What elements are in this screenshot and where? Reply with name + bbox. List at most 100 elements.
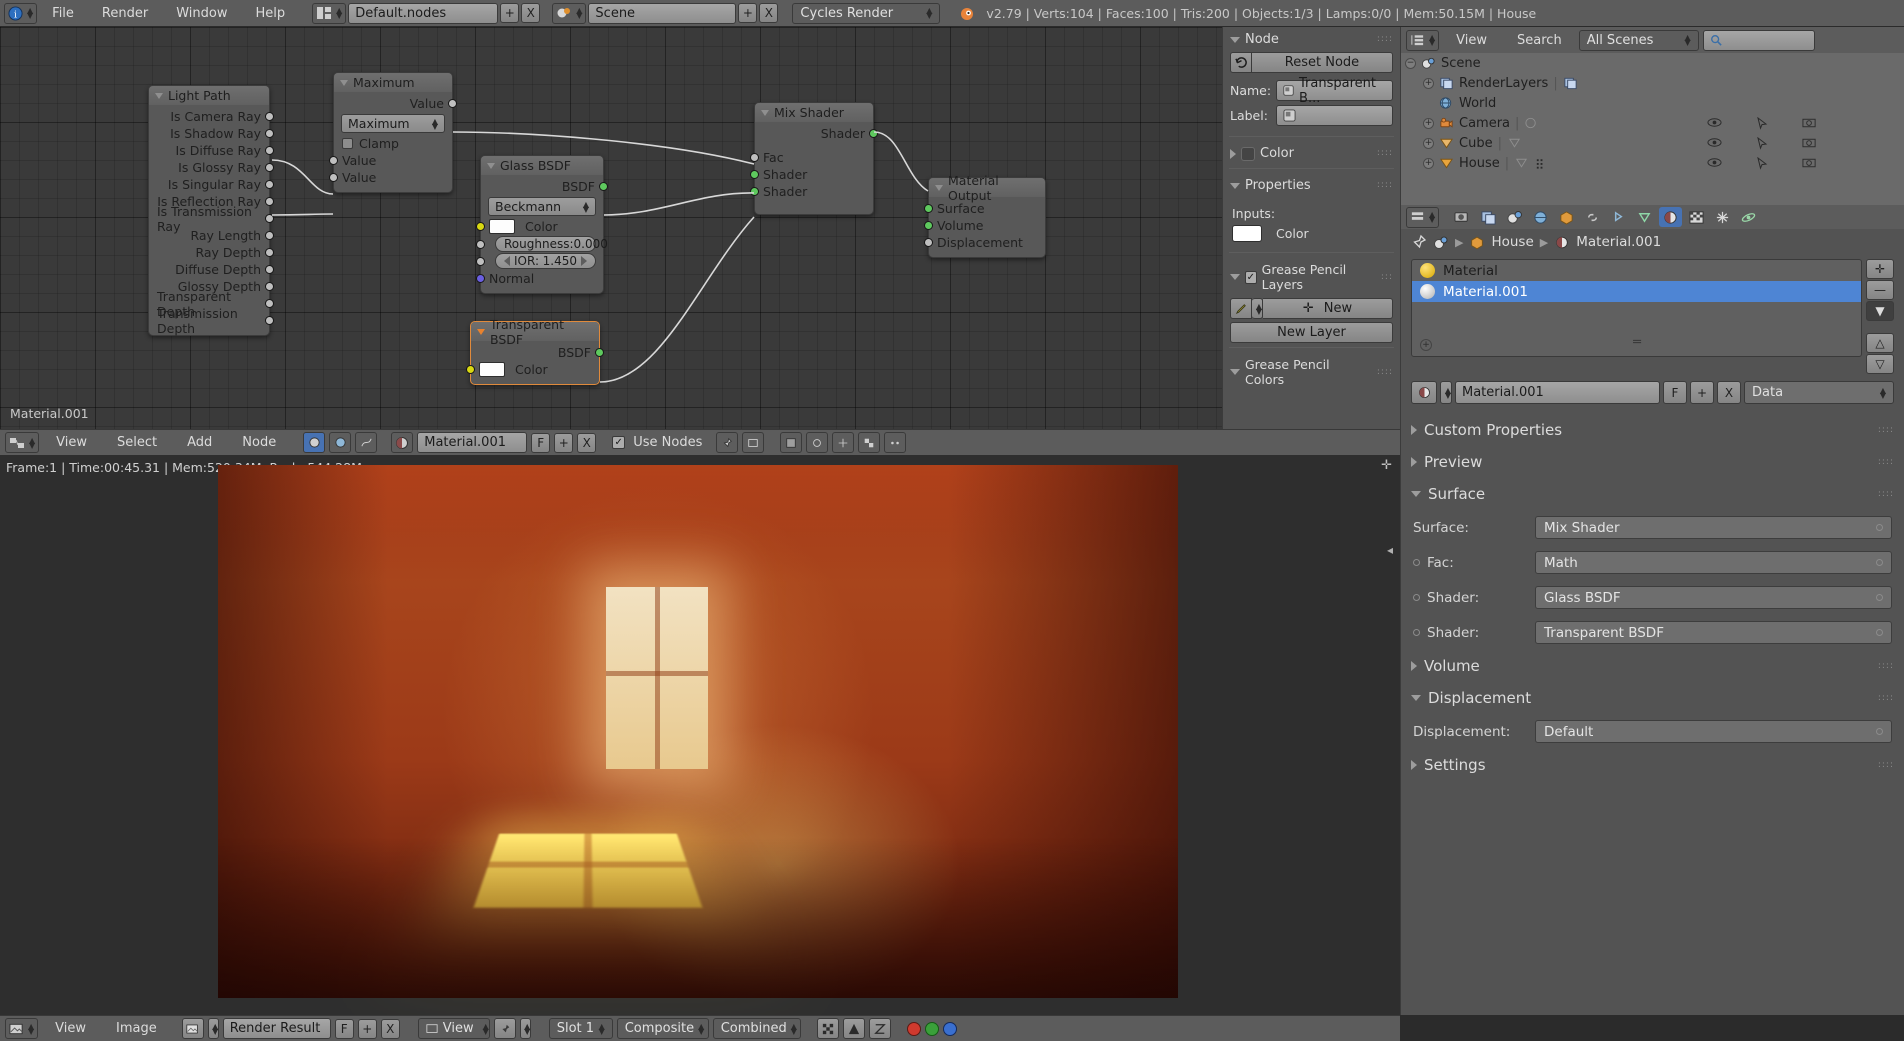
collapse-triangle-icon[interactable] (935, 184, 943, 191)
input-socket-shader-2[interactable] (750, 187, 759, 196)
node-mix-shader[interactable]: Mix Shader Shader Fac Shader Shader (750, 102, 878, 215)
grease-pencil-icon[interactable] (1230, 298, 1252, 319)
zbuffer-icon[interactable] (868, 1018, 891, 1039)
material-browse-icon[interactable] (391, 432, 414, 453)
tab-render-layers[interactable] (1477, 207, 1500, 227)
fake-user-button[interactable]: F (531, 432, 551, 453)
output-socket[interactable] (265, 180, 274, 189)
outliner-row-renderlayers[interactable]: + RenderLayers | (1401, 73, 1904, 93)
panel-preview[interactable]: Preview :::: (1401, 446, 1904, 478)
input-socket-surface[interactable] (924, 204, 933, 213)
view-selector[interactable]: View ▲ ▼ (417, 1018, 490, 1039)
node-input-row[interactable]: Surface (924, 200, 1045, 217)
tab-data[interactable] (1633, 207, 1656, 227)
input-socket-normal[interactable] (476, 274, 485, 283)
shader2-row[interactable]: Shader: Transparent BSDF (1401, 615, 1904, 650)
node-input-row[interactable]: Fac (750, 149, 873, 166)
node-header[interactable]: Light Path (149, 86, 269, 105)
node-output-row[interactable]: Ray Length (149, 227, 274, 244)
tab-material[interactable] (1659, 207, 1683, 227)
fac-value[interactable]: Math (1535, 551, 1892, 574)
image-pin-icon[interactable] (493, 1018, 516, 1039)
image-editor-type-selector[interactable]: ▲ ▼ (5, 1018, 39, 1039)
output-socket-bsdf[interactable] (595, 348, 604, 357)
render-pass-selector[interactable]: Combined ▲ ▼ (712, 1018, 801, 1039)
link-dot-icon[interactable] (1876, 524, 1883, 531)
snap-grid-icon[interactable] (832, 432, 855, 453)
channel-b-icon[interactable] (942, 1021, 957, 1036)
clamp-checkbox-row[interactable]: Clamp (334, 135, 452, 152)
normal-input-row[interactable]: Normal (476, 270, 603, 287)
tab-world[interactable] (1529, 207, 1552, 227)
breadcrumb-material-name[interactable]: Material.001 (1576, 234, 1661, 250)
panel-settings[interactable]: Settings :::: (1401, 749, 1904, 781)
spinner-icon[interactable]: ▲ ▼ (1440, 381, 1452, 404)
output-socket[interactable] (265, 299, 274, 308)
color-input-row[interactable]: Color (466, 361, 599, 378)
fac-row[interactable]: Fac: Math (1401, 545, 1904, 580)
scene-name-field[interactable]: Scene (588, 2, 737, 24)
add-screen-button[interactable]: + (500, 3, 520, 23)
unlink-image-button[interactable]: X (380, 1018, 400, 1039)
node-output-row[interactable]: BSDF (471, 344, 604, 361)
node-output-row[interactable]: Is Shadow Ray (149, 125, 274, 142)
menu-file[interactable]: File (39, 2, 87, 24)
link-dot-icon[interactable] (1876, 594, 1883, 601)
chevron-down-icon[interactable] (1230, 369, 1240, 375)
gp-layers-checkbox[interactable]: ✓ (1245, 270, 1257, 284)
new-gp-layer-button[interactable]: ✛ New (1263, 298, 1393, 319)
material-name-field[interactable]: Material.001 (417, 432, 528, 453)
properties-editor[interactable]: ▲ ▼ ▶ House ▶ Material.001 Material Mate… (1400, 205, 1904, 1015)
tab-particles[interactable] (1711, 207, 1734, 227)
node-output-row[interactable]: Is Glossy Ray (149, 159, 274, 176)
node-header[interactable]: Maximum (334, 73, 452, 92)
render-layer-selector[interactable]: Composite ▲ ▼ (616, 1018, 709, 1039)
chevron-down-icon[interactable] (1411, 491, 1421, 497)
output-socket[interactable] (265, 197, 274, 206)
color-channel-icon[interactable] (816, 1018, 839, 1039)
grease-pencil-layers-header[interactable]: ✓ Grease Pencil Layers ::: (1223, 257, 1400, 295)
input-socket-shader-1[interactable] (750, 170, 759, 179)
snap-icon[interactable] (742, 432, 765, 453)
node-input-row[interactable]: Shader (750, 166, 873, 183)
properties-editor-type-selector[interactable]: ▲ ▼ (1406, 206, 1440, 228)
outliner-row-cube[interactable]: + Cube | (1401, 133, 1904, 153)
panel-custom-properties[interactable]: Custom Properties :::: (1401, 414, 1904, 446)
proportional-edit-icon[interactable] (806, 432, 829, 453)
node-output-row[interactable]: Is Singular Ray (149, 176, 274, 193)
screen-layout-name[interactable]: Default.nodes (348, 2, 499, 24)
roughness-slider[interactable]: Roughness: 0.000 (495, 236, 608, 252)
image-menu-image[interactable]: Image (103, 1018, 170, 1040)
cursor-arrow-icon[interactable] (1756, 156, 1768, 170)
node-material-output[interactable]: Material Output Surface Volume Displacem… (924, 173, 1046, 258)
image-editor[interactable]: Frame:1 | Time:00:45.31 | Mem:520.34M, P… (0, 455, 1400, 1021)
chevron-right-icon[interactable] (1230, 148, 1236, 159)
material-slot-row[interactable]: Material.001 (1412, 281, 1861, 302)
shader-type-object-icon[interactable] (303, 432, 326, 453)
shader-type-world-icon[interactable] (329, 432, 352, 453)
output-socket-bsdf[interactable] (599, 182, 608, 191)
node-output-row[interactable]: Is Camera Ray (149, 108, 274, 125)
expand-toggle-icon[interactable]: + (1423, 77, 1434, 89)
channel-r-icon[interactable] (906, 1021, 921, 1036)
tab-render[interactable] (1451, 207, 1474, 227)
render-engine-selector[interactable]: Cycles Render ▲ ▼ (792, 2, 941, 24)
chevron-down-icon[interactable] (1411, 695, 1421, 701)
tab-constraints[interactable] (1581, 207, 1604, 227)
node-properties-sidebar[interactable]: Node :::: Reset Node Name: Transparent B… (1222, 27, 1400, 429)
pin-icon[interactable] (716, 432, 739, 453)
tab-texture[interactable] (1685, 207, 1708, 227)
node-maximum-math[interactable]: Maximum Value Maximum ▲ ▼ Clamp Value Va… (329, 72, 457, 193)
node-editor-type-selector[interactable]: ▲ ▼ (5, 432, 40, 453)
move-slot-up-button[interactable]: △ (1866, 333, 1894, 353)
image-name-field[interactable]: Render Result (222, 1018, 331, 1039)
math-operation-dropdown[interactable]: Maximum ▲ ▼ (341, 114, 445, 133)
collapse-triangle-icon[interactable] (761, 109, 769, 116)
remove-material-slot-button[interactable]: — (1866, 280, 1894, 300)
output-socket[interactable] (265, 129, 274, 138)
outliner-editor-type-selector[interactable]: ▲ ▼ (1406, 29, 1440, 51)
node-input-row[interactable]: Displacement (924, 234, 1045, 251)
image-browse-icon[interactable] (181, 1018, 204, 1039)
node-transparent-bsdf[interactable]: Transparent BSDF BSDF Color (466, 317, 604, 385)
color-input-row[interactable]: Color (476, 218, 603, 235)
